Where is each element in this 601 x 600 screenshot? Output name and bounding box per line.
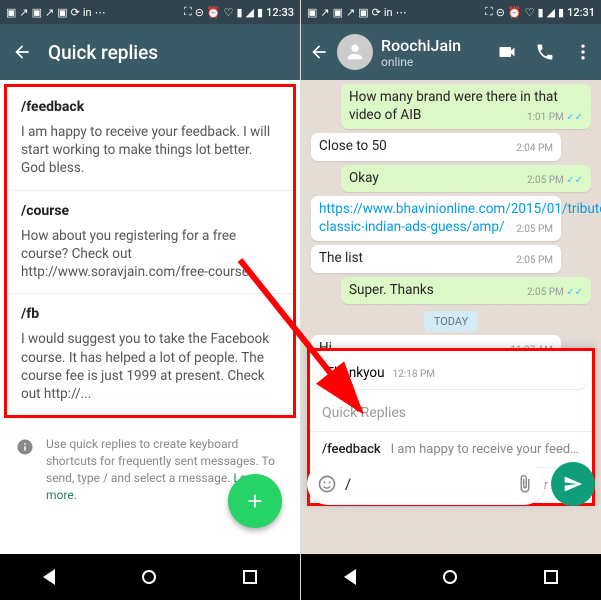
- emoji-icon[interactable]: [317, 474, 337, 494]
- contact-avatar[interactable]: [337, 34, 373, 70]
- page-title: Quick replies: [48, 41, 288, 64]
- chat-message[interactable]: Super. Thanks2:05 PM: [341, 277, 591, 305]
- quick-reply-message: I would suggest you to take the Facebook…: [21, 330, 279, 403]
- quick-reply-command: /course: [21, 203, 279, 219]
- message-input-row: /: [307, 462, 595, 506]
- highlight-box: /feedback I am happy to receive your fee…: [4, 84, 296, 418]
- quick-reply-message: How about you registering for a free cou…: [21, 227, 279, 282]
- quick-reply-message: I am happy to receive your feedback. I w…: [21, 123, 279, 178]
- send-button[interactable]: [551, 462, 595, 506]
- phone-right: ▣↗▣↗▣⟳in⋯ ⛶⊝⏰♡▮◢▮12:31 RoochiJain online…: [301, 0, 601, 600]
- info-icon: [16, 438, 34, 456]
- android-navbar: [0, 554, 300, 600]
- status-bar: ▣↗▣↗▣⟳in⋯ ⛶⊝⏰♡▮◢▮12:33: [0, 0, 300, 24]
- back-icon[interactable]: [309, 42, 329, 62]
- status-bar: ▣↗▣↗▣⟳in⋯ ⛶⊝⏰♡▮◢▮12:31: [301, 0, 601, 24]
- quick-reply-command: /fb: [21, 306, 279, 322]
- quick-reply-item[interactable]: /feedback I am happy to receive your fee…: [7, 87, 293, 191]
- incoming-message: Thankyou12:18 PM: [316, 357, 586, 389]
- quick-replies-list: /feedback I am happy to receive your fee…: [0, 84, 300, 517]
- appbar: Quick replies: [0, 24, 300, 80]
- contact-info[interactable]: RoochiJain online: [381, 36, 489, 69]
- popup-title: Quick Replies: [310, 395, 592, 431]
- chat-message[interactable]: Okay2:05 PM: [341, 165, 591, 193]
- attach-icon[interactable]: [515, 474, 535, 494]
- video-call-icon[interactable]: [497, 42, 517, 62]
- nav-recent-icon[interactable]: [243, 570, 257, 584]
- chat-message[interactable]: Close to 502:04 PM: [311, 133, 561, 161]
- phone-left: ▣↗▣↗▣⟳in⋯ ⛶⊝⏰♡▮◢▮12:33 Quick replies /fe…: [0, 0, 300, 600]
- quick-reply-item[interactable]: /course How about you registering for a …: [7, 191, 293, 295]
- chat-body[interactable]: How many brand were there in that video …: [301, 80, 601, 554]
- chat-message[interactable]: https://www.bhavinionline.com/2015/01/tr…: [311, 196, 561, 241]
- contact-name: RoochiJain: [381, 36, 489, 55]
- nav-back-icon[interactable]: [344, 569, 356, 585]
- plus-icon: [244, 490, 266, 512]
- nav-recent-icon[interactable]: [544, 570, 558, 584]
- chat-appbar: RoochiJain online: [301, 24, 601, 80]
- back-icon[interactable]: [12, 42, 32, 62]
- input-text: /: [345, 475, 515, 493]
- android-navbar: [301, 554, 601, 600]
- quick-reply-item[interactable]: /fb I would suggest you to take the Face…: [7, 294, 293, 415]
- chat-message[interactable]: The list2:05 PM: [311, 245, 561, 273]
- message-time: 12:18 PM: [393, 369, 435, 380]
- nav-home-icon[interactable]: [443, 570, 457, 584]
- send-icon: [563, 474, 583, 494]
- day-separator: TODAY: [301, 310, 601, 329]
- add-quick-reply-fab[interactable]: [228, 474, 282, 528]
- quick-reply-command: /feedback: [21, 99, 279, 115]
- nav-home-icon[interactable]: [142, 570, 156, 584]
- chat-message[interactable]: How many brand were there in that video …: [341, 84, 591, 129]
- nav-back-icon[interactable]: [43, 569, 55, 585]
- voice-call-icon[interactable]: [535, 42, 555, 62]
- message-input[interactable]: /: [307, 463, 545, 505]
- contact-status: online: [381, 55, 489, 69]
- more-icon[interactable]: [573, 42, 593, 62]
